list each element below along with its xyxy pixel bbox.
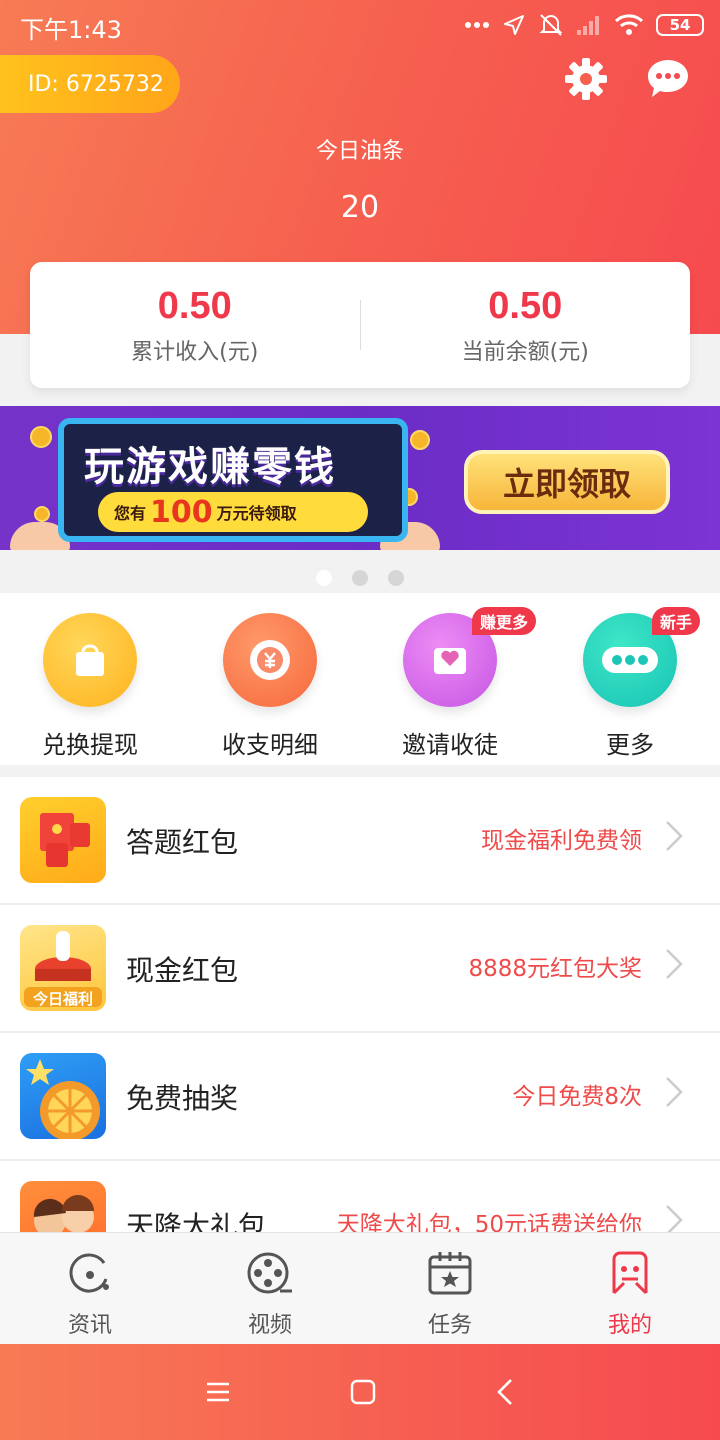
list-item-gift-pack[interactable]: 天降大礼包 天降大礼包，50元话费送给你 [0,1161,720,1233]
coin-decoration [410,430,430,450]
quick-action-label: 收支明细 [222,731,318,759]
quick-action-invite[interactable]: 赚更多 邀请收徒 [360,593,540,765]
coin-decoration [34,506,50,522]
quick-action-details[interactable]: 收支明细 [180,593,360,765]
total-income-value: 0.50 [157,284,232,327]
list-item-promo: 现金福利免费领 [481,828,642,854]
quick-action-label: 邀请收徒 [402,731,498,759]
chevron-right-icon [666,821,683,851]
list-item-free-lottery[interactable]: 免费抽奖 今日免费8次 [0,1033,720,1161]
calendar-star-icon [428,1252,472,1295]
chevron-right-icon [666,1205,683,1233]
list-item-promo: 天降大礼包，50元话费送给你 [336,1212,642,1233]
pagination-dot-active[interactable] [316,570,332,586]
shopping-bag-icon [43,613,137,707]
tab-label: 视频 [247,1313,292,1338]
list-item-promo: 8888元红包大奖 [468,956,642,982]
lottery-wheel-icon [20,1053,106,1139]
back-icon[interactable] [496,1378,514,1406]
list-item-title: 免费抽奖 [126,1082,239,1115]
yuan-coin-icon [223,613,317,707]
settings-gear-icon[interactable] [563,56,609,102]
system-nav-bar [0,1344,720,1440]
tab-mine[interactable]: 我的 [540,1233,720,1344]
earn-more-badge: 赚更多 [472,607,537,635]
tab-video[interactable]: 视频 [180,1233,360,1344]
signal-icon [577,16,599,35]
tab-label: 我的 [607,1313,652,1338]
home-square-icon[interactable] [350,1379,376,1405]
mute-bell-icon [539,14,563,36]
wifi-icon [614,14,644,35]
tab-label: 任务 [427,1313,472,1338]
bottom-tab-bar: 资讯 视频 任务 我的 [0,1232,720,1344]
current-balance-stat[interactable]: 0.50 当前余额(元) [361,285,691,366]
status-time: 下午1:43 [20,16,122,44]
banner-sub-number: 100 [150,494,213,530]
location-arrow-icon [504,15,524,35]
new-user-badge: 新手 [652,607,701,635]
banner-sub-prefix: 您有 [114,504,147,523]
quick-action-label: 兑换提现 [42,731,138,759]
red-envelope-icon [20,797,106,883]
banner-subtitle: 您有 100 万元待领取 [98,492,368,532]
quick-action-more[interactable]: 新手 更多 [540,593,720,765]
quick-action-withdraw[interactable]: 兑换提现 [0,593,180,765]
more-dots-status-icon [465,22,489,28]
quick-actions: 兑换提现 收支明细 赚更多 邀请收徒 新手 更多 [0,593,720,765]
tab-label: 资讯 [67,1313,112,1338]
feature-list: 答题红包 现金福利免费领 今日福利 现金红包 8888元红包大奖 免费抽奖 今日… [0,777,720,1233]
list-item-promo: 今日免费8次 [512,1084,642,1110]
user-id-text: ID: 6725732 [28,71,164,97]
tab-tasks[interactable]: 任务 [360,1233,540,1344]
banner-title: 玩游戏赚零钱 [84,444,336,490]
chevron-right-icon [666,949,683,979]
current-balance-value: 0.50 [488,284,563,327]
banner-pagination [0,570,720,586]
film-reel-icon [247,1252,292,1294]
total-income-label: 累计收入(元) [131,339,259,365]
list-item-title: 天降大礼包 [126,1210,267,1233]
promo-banner[interactable]: 玩游戏赚零钱 您有 100 万元待领取 立即领取 [0,406,720,550]
daily-welfare-icon: 今日福利 [20,925,106,1011]
pagination-dot[interactable] [388,570,404,586]
list-item-title: 现金红包 [126,954,239,987]
today-points-label: 今日油条 [315,139,404,164]
status-icons: 54 [464,12,704,38]
list-item-quiz-redpacket[interactable]: 答题红包 现金福利免费领 [0,777,720,905]
news-icon [69,1253,109,1293]
balance-card: 0.50 累计收入(元) 0.50 当前余额(元) [30,262,690,388]
gift-pack-icon [20,1181,106,1233]
today-points-value: 20 [340,190,380,225]
status-bar: 下午1:43 54 [0,0,720,52]
total-income-stat[interactable]: 0.50 累计收入(元) [30,285,360,366]
coin-decoration [30,426,52,448]
banner-phone-frame: 玩游戏赚零钱 您有 100 万元待领取 [58,418,408,542]
quick-action-label: 更多 [606,731,654,759]
list-item-cash-redpacket[interactable]: 今日福利 现金红包 8888元红包大奖 [0,905,720,1033]
current-balance-label: 当前余额(元) [461,339,589,365]
battery-icon: 54 [656,14,704,36]
user-id-badge[interactable]: ID: 6725732 [0,55,180,113]
app-screen: 下午1:43 54 ID: 6725732 今日油条 20 0.50 累计收入(… [0,0,720,1440]
menu-icon[interactable] [206,1381,230,1403]
banner-sub-suffix: 万元待领取 [216,504,297,523]
daily-welfare-text: 今日福利 [32,990,93,1008]
pagination-dot[interactable] [352,570,368,586]
tab-news[interactable]: 资讯 [0,1233,180,1344]
claim-now-button[interactable]: 立即领取 [464,450,670,514]
list-item-title: 答题红包 [126,826,239,859]
chevron-right-icon [666,1077,683,1107]
message-bubble-icon[interactable] [645,56,691,102]
profile-icon [612,1251,648,1295]
